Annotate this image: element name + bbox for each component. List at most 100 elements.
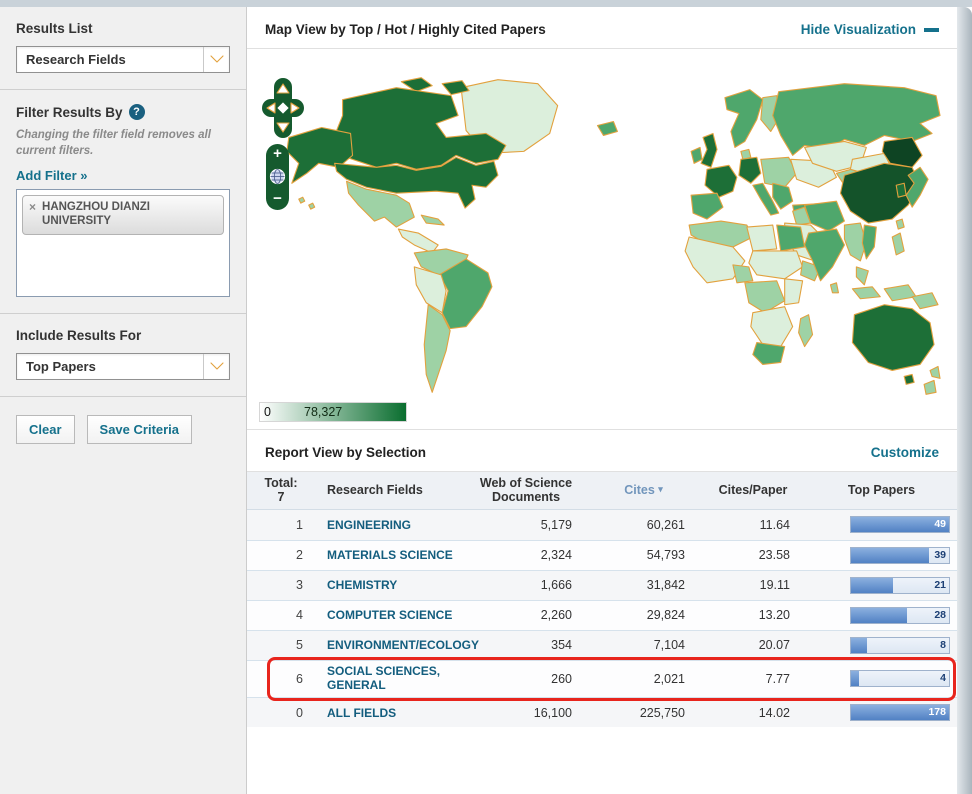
research-field-link[interactable]: ALL FIELDS: [327, 706, 396, 720]
wos-documents-value: 16,100: [465, 706, 587, 720]
report-table: Total: 7 Research Fields Web of Science …: [247, 472, 957, 727]
report-view-title: Report View by Selection: [265, 445, 426, 460]
legend-max-value: 78,327: [304, 405, 342, 419]
filter-tag[interactable]: ×HANGZHOU DIANZI UNIVERSITY: [22, 195, 224, 235]
top-papers-bar: 21: [850, 577, 950, 594]
sidebar: Results List Research Fields Filter Resu…: [0, 7, 247, 794]
map-color-legend: 0 78,327: [259, 402, 407, 422]
remove-filter-icon[interactable]: ×: [29, 200, 36, 229]
wos-documents-value: 1,666: [465, 578, 587, 592]
cites-per-paper-value: 13.20: [700, 608, 806, 622]
include-results-dropdown[interactable]: Top Papers: [16, 353, 230, 380]
row-rank: 0: [247, 706, 315, 720]
top-papers-bar: 4: [850, 670, 950, 687]
table-row[interactable]: 0 ALL FIELDS 16,100225,75014.02 178: [247, 697, 957, 727]
top-papers-value: 28: [934, 609, 946, 621]
cites-per-paper-value: 19.11: [700, 578, 806, 592]
add-filter-link[interactable]: Add Filter »: [16, 168, 88, 183]
top-papers-value: 39: [934, 549, 946, 561]
column-header-cites[interactable]: Cites ▾: [587, 483, 700, 497]
filter-section: Filter Results By ? Changing the filter …: [0, 90, 246, 314]
map-panel-header: Map View by Top / Hot / Highly Cited Pap…: [247, 7, 957, 49]
column-header-top-papers[interactable]: Top Papers: [806, 483, 957, 497]
cites-per-paper-value: 7.77: [700, 672, 806, 686]
table-row[interactable]: 2MATERIALS SCIENCE2,32454,79323.5839: [247, 540, 957, 570]
row-rank: 2: [247, 548, 315, 562]
help-icon[interactable]: ?: [129, 104, 145, 120]
column-header-wos-documents[interactable]: Web of Science Documents: [465, 476, 587, 505]
top-papers-bar-fill: [851, 671, 859, 686]
results-list-section: Results List Research Fields: [0, 7, 246, 90]
top-papers-value: 4: [940, 672, 946, 684]
row-rank: 6: [247, 672, 315, 686]
cites-per-paper-value: 20.07: [700, 638, 806, 652]
map-view-title: Map View by Top / Hot / Highly Cited Pap…: [265, 22, 546, 37]
zoom-out-button[interactable]: −: [273, 192, 282, 206]
report-panel-header: Report View by Selection Customize: [247, 430, 957, 472]
table-row[interactable]: 4 COMPUTER SCIENCE 2,26029,82413.20 28: [247, 600, 957, 630]
results-list-dropdown[interactable]: Research Fields: [16, 46, 230, 73]
filter-tags-box[interactable]: ×HANGZHOU DIANZI UNIVERSITY: [16, 189, 230, 297]
customize-link[interactable]: Customize: [871, 445, 939, 460]
top-papers-bar: 8: [850, 637, 950, 654]
wos-documents-value: 5,179: [465, 518, 587, 532]
cites-value: 225,750: [587, 706, 700, 720]
clear-button[interactable]: Clear: [16, 415, 75, 444]
wos-documents-value: 2,324: [465, 548, 587, 562]
map-region[interactable]: [287, 78, 940, 395]
sidebar-actions: Clear Save Criteria: [0, 397, 246, 462]
results-list-heading: Results List: [16, 21, 230, 36]
top-papers-bar: 178: [850, 704, 950, 721]
table-row[interactable]: 6 SOCIAL SCIENCES, GENERAL2602,0217.77 4: [247, 660, 957, 697]
map-pan-control[interactable]: [260, 78, 306, 138]
column-header-cites-per-paper[interactable]: Cites/Paper: [700, 483, 806, 497]
save-criteria-button[interactable]: Save Criteria: [87, 415, 193, 444]
map-zoom-control[interactable]: + −: [266, 144, 289, 210]
top-papers-bar: 49: [850, 516, 950, 533]
top-papers-value: 49: [934, 518, 946, 530]
table-row[interactable]: 3CHEMISTRY1,66631,84219.1121: [247, 570, 957, 600]
wos-documents-value: 260: [465, 672, 587, 686]
row-rank: 4: [247, 608, 315, 622]
map-area: + − 0 78,327: [247, 49, 957, 430]
top-papers-value: 8: [940, 639, 946, 651]
column-header-research-fields[interactable]: Research Fields: [315, 483, 465, 497]
research-field-link[interactable]: ENGINEERING: [327, 518, 411, 532]
top-papers-bar-fill: [851, 548, 929, 563]
research-field-link[interactable]: CHEMISTRY: [327, 578, 397, 592]
sort-descending-icon: ▾: [658, 484, 663, 494]
cites-value: 60,261: [587, 518, 700, 532]
top-papers-bar-fill: [851, 608, 907, 623]
hide-visualization-link[interactable]: Hide Visualization: [801, 22, 939, 37]
zoom-in-button[interactable]: +: [273, 147, 282, 161]
page-right-strip[interactable]: [957, 7, 972, 794]
cites-per-paper-value: 14.02: [700, 706, 806, 720]
table-body: 1ENGINEERING5,17960,26111.64492MATERIALS…: [247, 510, 957, 727]
cites-value: 2,021: [587, 672, 700, 686]
research-field-link[interactable]: MATERIALS SCIENCE: [327, 548, 453, 562]
filter-tag-label: HANGZHOU DIANZI UNIVERSITY: [42, 200, 217, 229]
research-field-link[interactable]: ENVIRONMENT/ECOLOGY: [327, 638, 479, 652]
cites-value: 29,824: [587, 608, 700, 622]
top-papers-bar-fill: [851, 638, 867, 653]
top-papers-value: 21: [934, 579, 946, 591]
cites-value: 7,104: [587, 638, 700, 652]
table-row[interactable]: 1ENGINEERING5,17960,26111.6449: [247, 510, 957, 540]
total-count-header: Total: 7: [247, 476, 315, 505]
top-papers-bar-fill: [851, 578, 893, 593]
include-results-selected-value: Top Papers: [26, 359, 96, 374]
results-list-selected-value: Research Fields: [26, 52, 126, 67]
research-field-link[interactable]: COMPUTER SCIENCE: [327, 608, 452, 622]
research-field-link[interactable]: SOCIAL SCIENCES, GENERAL: [327, 664, 465, 693]
table-row[interactable]: 5 ENVIRONMENT/ECOLOGY3547,10420.07 8: [247, 630, 957, 660]
wos-documents-value: 354: [465, 638, 587, 652]
cites-per-paper-value: 23.58: [700, 548, 806, 562]
legend-min-value: 0: [264, 405, 271, 419]
wos-documents-value: 2,260: [465, 608, 587, 622]
world-map[interactable]: [247, 75, 944, 405]
chevron-down-icon: [203, 354, 229, 379]
row-rank: 5: [247, 638, 315, 652]
globe-icon[interactable]: [269, 168, 286, 185]
cites-per-paper-value: 11.64: [700, 518, 806, 532]
top-papers-bar: 28: [850, 607, 950, 624]
